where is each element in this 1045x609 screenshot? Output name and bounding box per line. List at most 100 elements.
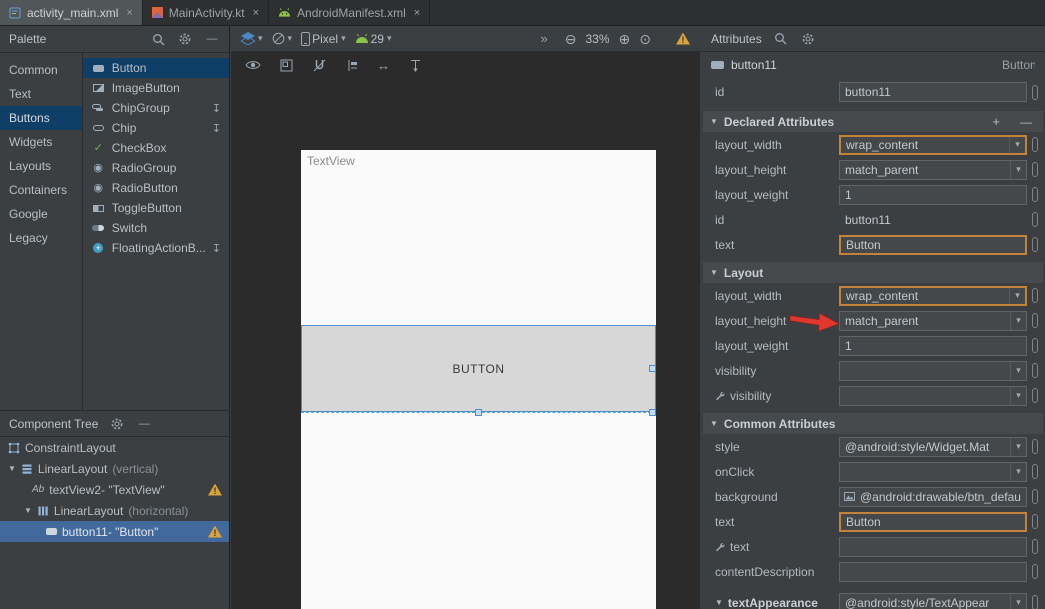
attr-flag-toggle[interactable] <box>1032 595 1038 609</box>
download-icon[interactable]: ↧ <box>212 102 221 115</box>
gear-icon[interactable] <box>109 416 125 432</box>
category-google[interactable]: Google <box>0 202 82 226</box>
section-layout[interactable]: ▼ Layout <box>703 262 1043 283</box>
tree-item-linearlayout-vertical[interactable]: ▼ LinearLayout(vertical) <box>0 458 229 479</box>
resize-handle-bottom-center[interactable] <box>475 409 482 416</box>
zoom-out-icon[interactable]: ⊖ <box>565 32 577 46</box>
category-text[interactable]: Text <box>0 82 82 106</box>
onclick-dropdown[interactable] <box>839 462 1027 482</box>
remove-attribute-icon[interactable]: — <box>1020 115 1032 129</box>
warning-icon[interactable] <box>676 33 690 45</box>
zoom-in-icon[interactable]: ⊕ <box>619 32 631 46</box>
tree-item-textview2[interactable]: Ab textView2- "TextView" <box>0 479 229 500</box>
palette-item-radiobutton[interactable]: ◉ RadioButton <box>83 178 229 198</box>
textappearance-dropdown[interactable]: @android:style/TextAppear <box>839 593 1027 609</box>
attr-flag-toggle[interactable] <box>1032 187 1038 202</box>
close-icon[interactable]: × <box>414 7 420 19</box>
palette-item-chipgroup[interactable]: ChipGroup ↧ <box>83 98 229 118</box>
tab-androidmanifest-xml[interactable]: AndroidManifest.xml × <box>269 0 430 25</box>
attr-flag-toggle[interactable] <box>1032 288 1038 303</box>
attr-flag-toggle[interactable] <box>1032 162 1038 177</box>
download-icon[interactable]: ↧ <box>212 242 221 255</box>
attr-flag-toggle[interactable] <box>1032 439 1038 454</box>
collapse-arrow-icon[interactable]: ▼ <box>710 419 718 428</box>
palette-item-button[interactable]: Button <box>83 58 229 78</box>
tree-item-constraintlayout[interactable]: ConstraintLayout <box>0 437 229 458</box>
autoconnect-magnet-icon[interactable] <box>311 57 327 73</box>
attr-flag-toggle[interactable] <box>1032 489 1038 504</box>
textview-widget[interactable]: TextView <box>307 154 355 168</box>
api-level-selector[interactable]: 29 ▾ <box>355 32 392 46</box>
search-icon[interactable] <box>773 31 789 47</box>
surface-selector[interactable]: ▾ <box>272 32 293 45</box>
warning-icon[interactable] <box>208 526 222 538</box>
device-screen[interactable]: TextView BUTTON <box>301 150 656 609</box>
toolbar-overflow-chevrons[interactable]: » <box>541 31 548 46</box>
id-value[interactable]: button11 <box>839 210 1027 230</box>
attr-flag-toggle[interactable] <box>1032 514 1038 529</box>
palette-item-chip[interactable]: Chip ↧ <box>83 118 229 138</box>
layout-weight-input[interactable]: 1 <box>839 336 1027 356</box>
category-common[interactable]: Common <box>0 58 82 82</box>
hide-panel-icon[interactable]: — <box>136 416 152 432</box>
zoom-to-fit-icon[interactable]: ⊙ <box>639 32 651 46</box>
attr-flag-toggle[interactable] <box>1032 564 1038 579</box>
close-icon[interactable]: × <box>126 7 132 19</box>
hide-panel-icon[interactable]: — <box>204 31 220 47</box>
layout-height-dropdown[interactable]: match_parent <box>839 160 1027 180</box>
download-icon[interactable]: ↧ <box>212 122 221 135</box>
collapse-arrow-icon[interactable]: ▼ <box>715 598 723 607</box>
warning-icon[interactable] <box>208 484 222 496</box>
device-selector[interactable]: Pixel ▾ <box>301 32 346 46</box>
palette-item-switch[interactable]: Switch <box>83 218 229 238</box>
collapse-arrow-icon[interactable]: ▼ <box>710 268 718 277</box>
search-icon[interactable] <box>150 31 166 47</box>
attr-flag-toggle[interactable] <box>1032 212 1038 227</box>
design-mode-selector[interactable]: ▾ <box>241 32 263 45</box>
layout-weight-input[interactable]: 1 <box>839 185 1027 205</box>
tools-visibility-dropdown[interactable] <box>839 386 1027 406</box>
gear-icon[interactable] <box>800 31 816 47</box>
attr-flag-toggle[interactable] <box>1032 539 1038 554</box>
palette-item-radiogroup[interactable]: ◉ RadioGroup <box>83 158 229 178</box>
tree-item-linearlayout-horizontal[interactable]: ▼ LinearLayout(horizontal) <box>0 500 229 521</box>
background-input[interactable]: @android:drawable/btn_defau <box>839 487 1027 507</box>
close-icon[interactable]: × <box>253 7 259 19</box>
clear-constraints-icon[interactable]: ↔ <box>377 58 390 73</box>
id-input[interactable]: button11 <box>839 82 1027 102</box>
visibility-dropdown[interactable] <box>839 361 1027 381</box>
blueprint-frame-icon[interactable] <box>278 57 294 73</box>
contentdescription-input[interactable] <box>839 562 1027 582</box>
text-input[interactable]: Button <box>839 512 1027 532</box>
category-buttons[interactable]: Buttons <box>0 106 82 130</box>
resize-handle-bottom-right[interactable] <box>649 409 656 416</box>
attr-flag-toggle[interactable] <box>1032 237 1038 252</box>
tab-activity-main-xml[interactable]: activity_main.xml × <box>0 0 143 25</box>
default-margins-icon[interactable] <box>344 57 360 73</box>
section-common-attributes[interactable]: ▼ Common Attributes <box>703 413 1043 434</box>
gear-icon[interactable] <box>177 31 193 47</box>
text-input[interactable]: Button <box>839 235 1027 255</box>
palette-item-togglebutton[interactable]: ToggleButton <box>83 198 229 218</box>
expand-arrow-icon[interactable]: ▼ <box>8 464 16 473</box>
tools-text-input[interactable] <box>839 537 1027 557</box>
layout-width-dropdown[interactable]: wrap_content <box>839 286 1027 306</box>
add-attribute-icon[interactable]: + <box>992 114 1000 129</box>
attr-flag-toggle[interactable] <box>1032 85 1038 100</box>
palette-item-imagebutton[interactable]: ImageButton <box>83 78 229 98</box>
layout-width-dropdown[interactable]: wrap_content <box>839 135 1027 155</box>
button-widget-selected[interactable]: BUTTON <box>301 325 656 412</box>
infer-constraints-icon[interactable] <box>407 57 423 73</box>
layout-height-dropdown[interactable]: match_parent <box>839 311 1027 331</box>
attr-flag-toggle[interactable] <box>1032 137 1038 152</box>
attr-flag-toggle[interactable] <box>1032 313 1038 328</box>
attr-flag-toggle[interactable] <box>1032 388 1038 403</box>
section-declared-attributes[interactable]: ▼ Declared Attributes + — <box>703 111 1043 132</box>
palette-item-floatingactionbutton[interactable]: + FloatingActionB... ↧ <box>83 238 229 258</box>
attr-flag-toggle[interactable] <box>1032 363 1038 378</box>
view-options-eye-icon[interactable] <box>245 57 261 73</box>
category-widgets[interactable]: Widgets <box>0 130 82 154</box>
resize-handle-right-center[interactable] <box>649 365 656 372</box>
category-layouts[interactable]: Layouts <box>0 154 82 178</box>
attr-flag-toggle[interactable] <box>1032 338 1038 353</box>
